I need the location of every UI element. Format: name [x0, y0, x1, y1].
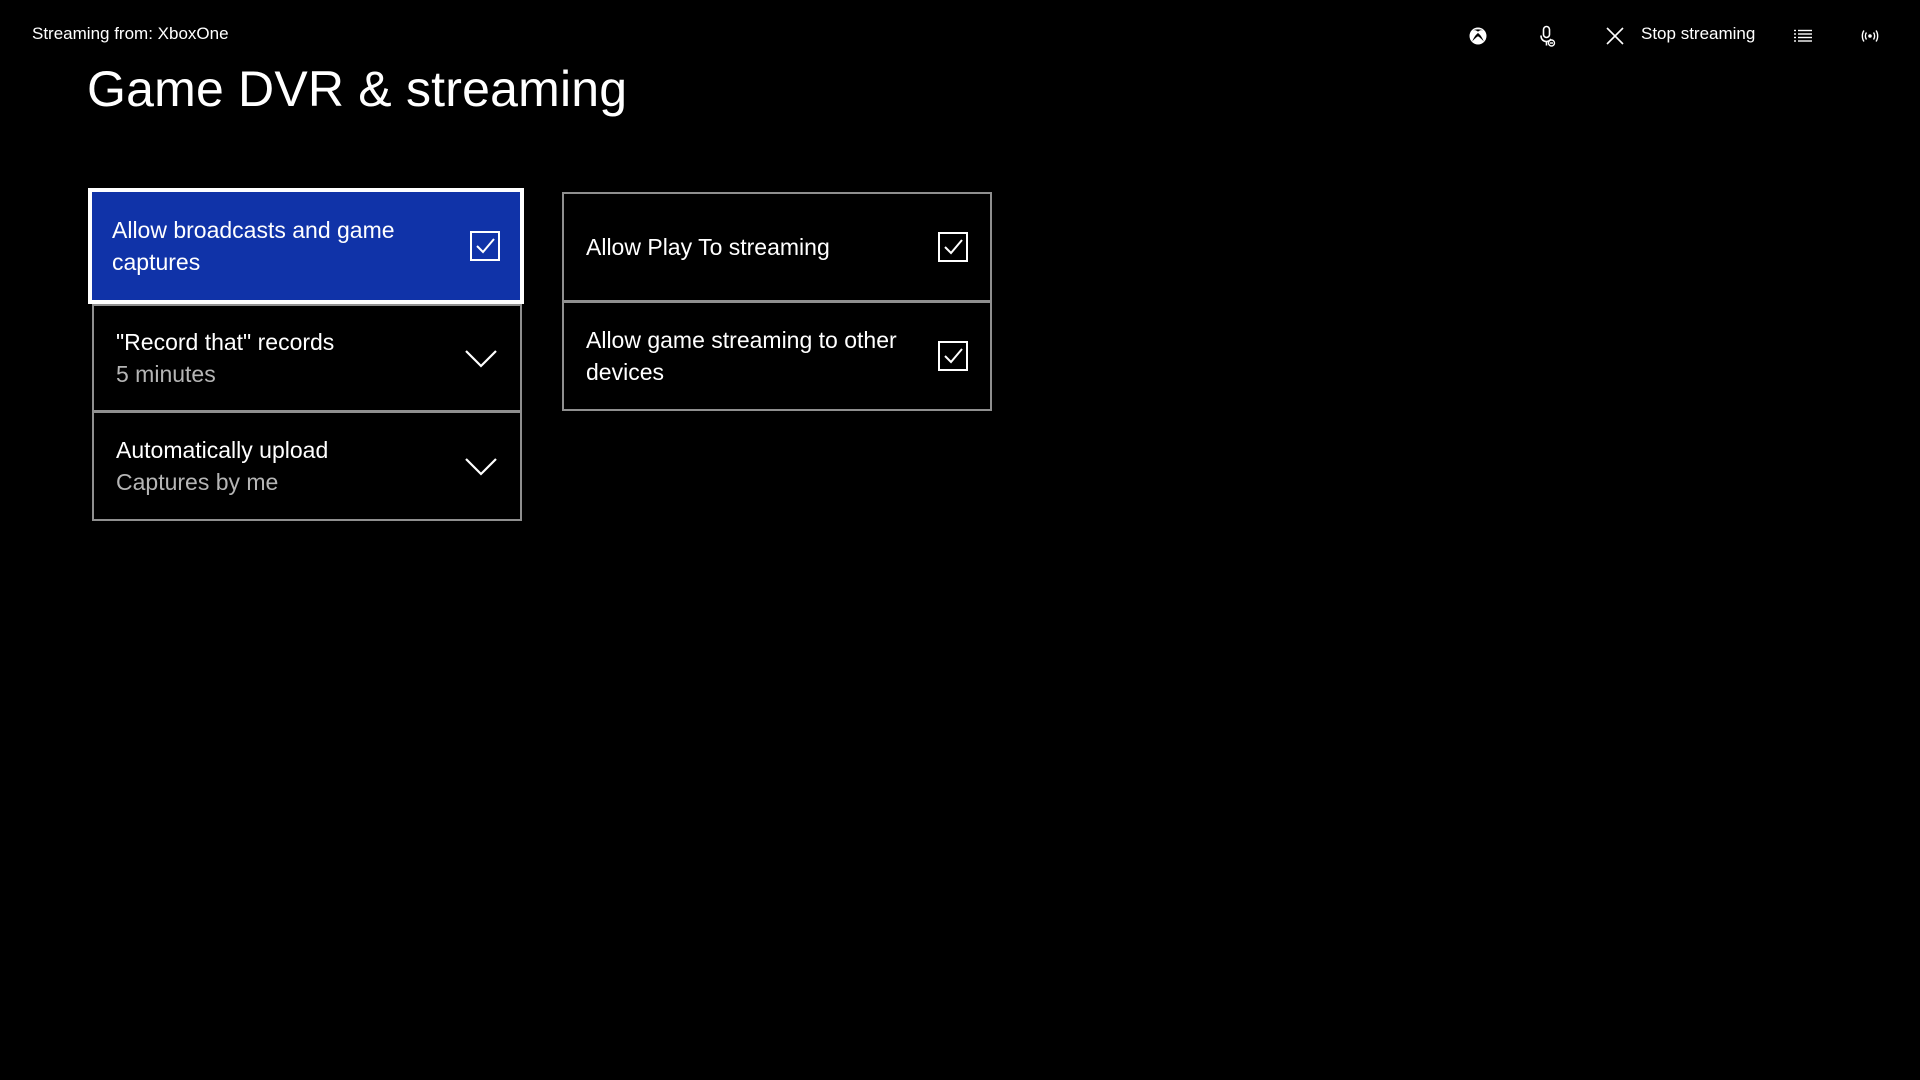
xbox-logo-icon[interactable]: [1462, 20, 1494, 52]
allow-broadcasts-toggle[interactable]: Allow broadcasts and game captures: [88, 188, 524, 304]
record-that-label: "Record that" records: [116, 329, 335, 355]
streaming-source-label: Streaming from: XboxOne: [32, 24, 229, 43]
auto-upload-dropdown[interactable]: Automatically upload Captures by me: [92, 411, 522, 521]
checkbox-checked-icon: [938, 232, 968, 262]
page-title: Game DVR & streaming: [87, 61, 628, 117]
microphone-icon[interactable]: [1531, 20, 1563, 52]
allow-play-to-toggle[interactable]: Allow Play To streaming: [562, 192, 992, 302]
broadcast-icon[interactable]: [1854, 20, 1886, 52]
allow-play-to-label: Allow Play To streaming: [586, 234, 830, 260]
stop-streaming-button[interactable]: Stop streaming: [1641, 24, 1755, 44]
auto-upload-value: Captures by me: [116, 469, 279, 495]
menu-icon[interactable]: [1787, 20, 1819, 52]
allow-game-streaming-label: Allow game streaming to other devices: [586, 327, 897, 385]
chevron-down-icon: [465, 458, 497, 476]
record-that-dropdown[interactable]: "Record that" records 5 minutes: [92, 304, 522, 412]
close-icon[interactable]: [1599, 20, 1631, 52]
checkbox-checked-icon: [938, 341, 968, 371]
allow-game-streaming-toggle[interactable]: Allow game streaming to other devices: [562, 301, 992, 411]
chevron-down-icon: [465, 350, 497, 368]
checkbox-checked-icon: [470, 231, 500, 261]
record-that-value: 5 minutes: [116, 361, 216, 387]
allow-broadcasts-label: Allow broadcasts and game captures: [112, 217, 395, 275]
auto-upload-label: Automatically upload: [116, 437, 329, 463]
